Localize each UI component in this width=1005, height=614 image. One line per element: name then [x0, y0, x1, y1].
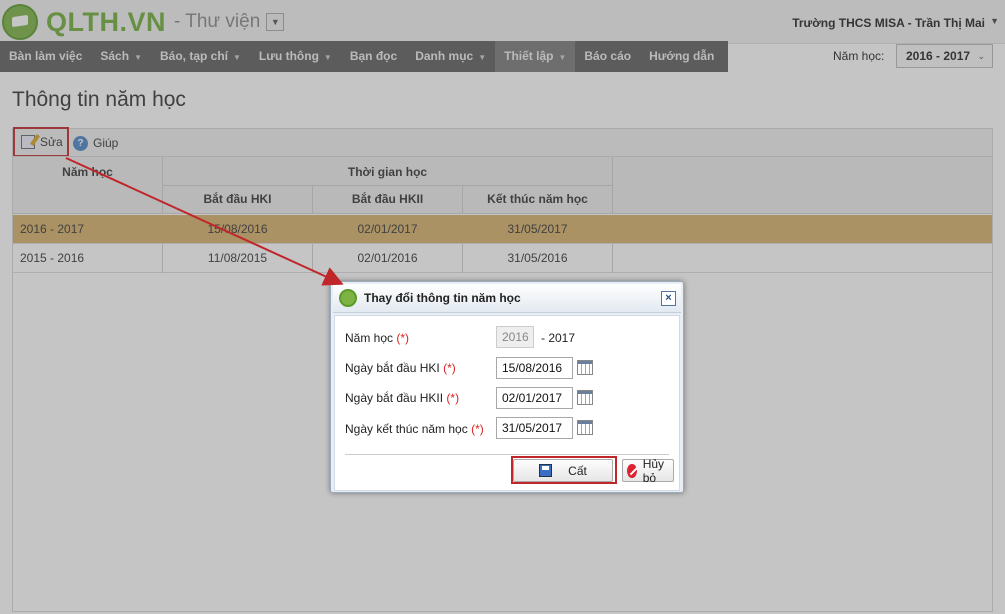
- app-logo-icon: [339, 289, 357, 307]
- required-mark: (*): [471, 422, 484, 436]
- close-icon[interactable]: ×: [661, 291, 676, 306]
- field-label-text: Năm học: [345, 331, 394, 345]
- end-field-label: Ngày kết thúc năm học (*): [345, 422, 484, 436]
- save-button[interactable]: Cất: [513, 459, 613, 482]
- year-start-input: 2016: [496, 326, 534, 348]
- hk2-date-input[interactable]: 02/01/2017: [496, 387, 573, 409]
- year-end-text: - 2017: [541, 331, 576, 345]
- field-label-text: Ngày kết thúc năm học: [345, 422, 468, 436]
- field-label-text: Ngày bắt đầu HKII: [345, 391, 444, 405]
- calendar-icon[interactable]: [577, 360, 593, 375]
- hk1-field-label: Ngày bắt đầu HKI (*): [345, 361, 456, 375]
- dialog-body: Năm học (*) 2016 - 2017 Ngày bắt đầu HKI…: [334, 315, 680, 491]
- dialog-title-bar[interactable]: Thay đổi thông tin năm học ×: [333, 284, 681, 313]
- cancel-button-label: Hủy bỏ: [642, 456, 665, 485]
- cancel-button[interactable]: Hủy bỏ: [622, 456, 674, 485]
- required-mark: (*): [396, 331, 410, 345]
- cancel-icon: [627, 463, 637, 478]
- required-mark: (*): [446, 391, 460, 405]
- calendar-icon[interactable]: [577, 390, 593, 405]
- field-label-text: Ngày bắt đầu HKI: [345, 361, 440, 375]
- end-date-input[interactable]: 31/05/2017: [496, 417, 573, 439]
- divider: [345, 454, 669, 455]
- hk2-field-label: Ngày bắt đầu HKII (*): [345, 391, 459, 405]
- save-disk-icon: [539, 464, 553, 477]
- hk1-date-input[interactable]: 15/08/2016: [496, 357, 573, 379]
- save-button-label: Cất: [568, 463, 587, 478]
- dialog-title: Thay đổi thông tin năm học: [364, 291, 521, 305]
- edit-school-year-dialog: Thay đổi thông tin năm học × Năm học (*)…: [330, 281, 684, 493]
- required-mark: (*): [443, 361, 456, 375]
- year-field-label: Năm học (*): [345, 331, 409, 345]
- calendar-icon[interactable]: [577, 420, 593, 435]
